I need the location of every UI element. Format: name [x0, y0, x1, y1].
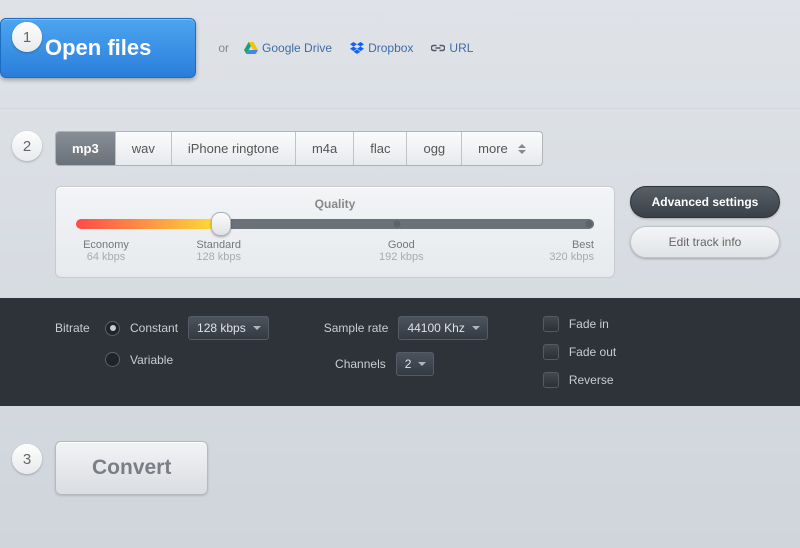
chevron-updown-icon [518, 144, 526, 154]
url-link[interactable]: URL [431, 41, 473, 55]
tab-more-label: more [478, 141, 508, 156]
reverse-label: Reverse [569, 373, 614, 387]
tab-iphone-ringtone[interactable]: iPhone ringtone [172, 132, 296, 165]
or-text: or [218, 41, 229, 55]
convert-button[interactable]: Convert [55, 441, 208, 495]
sample-rate-select[interactable]: 44100 Khz [398, 316, 487, 340]
channels-label: Channels [324, 357, 386, 371]
fade-in-checkbox[interactable] [543, 316, 559, 332]
fade-out-label: Fade out [569, 345, 616, 359]
quality-tick-best [585, 221, 592, 228]
edit-track-info-button[interactable]: Edit track info [630, 226, 780, 258]
dropbox-label: Dropbox [368, 41, 413, 55]
dropbox-icon [350, 42, 364, 54]
step-1-badge: 1 [12, 22, 42, 52]
step-1-section: 1 Open files or Google Drive Dropbox URL [0, 0, 800, 108]
tab-wav[interactable]: wav [116, 132, 172, 165]
tab-more[interactable]: more [462, 132, 542, 165]
reverse-checkbox[interactable] [543, 372, 559, 388]
quality-tick-good [394, 221, 401, 228]
quality-label-good: Good192 kbps [371, 239, 431, 263]
channels-select[interactable]: 2 [396, 352, 435, 376]
advanced-settings-button[interactable]: Advanced settings [630, 186, 780, 218]
step-3-badge: 3 [12, 444, 42, 474]
step-3-section: 3 Convert [0, 406, 800, 525]
bitrate-variable-radio[interactable] [105, 352, 120, 367]
quality-label-standard: Standard128 kbps [189, 239, 249, 263]
advanced-settings-panel: Bitrate Constant 128 kbps Variable Sampl… [0, 298, 800, 406]
bitrate-select[interactable]: 128 kbps [188, 316, 269, 340]
bitrate-variable-label: Variable [130, 353, 173, 367]
google-drive-icon [244, 42, 258, 54]
quality-title: Quality [76, 197, 594, 211]
fade-out-checkbox[interactable] [543, 344, 559, 360]
tab-m4a[interactable]: m4a [296, 132, 354, 165]
step-2-badge: 2 [12, 131, 42, 161]
quality-panel: Quality Economy64 kbps Standard128 kbps … [55, 186, 615, 278]
tab-ogg[interactable]: ogg [407, 132, 462, 165]
format-tabs: mp3 wav iPhone ringtone m4a flac ogg mor… [55, 131, 543, 166]
tab-mp3[interactable]: mp3 [56, 132, 116, 165]
bitrate-constant-label: Constant [130, 321, 178, 335]
bitrate-label: Bitrate [55, 321, 95, 335]
google-drive-label: Google Drive [262, 41, 332, 55]
link-icon [431, 42, 445, 54]
quality-label-economy: Economy64 kbps [76, 239, 136, 263]
dropbox-link[interactable]: Dropbox [350, 41, 413, 55]
step-2-section: 2 mp3 wav iPhone ringtone m4a flac ogg m… [0, 109, 800, 298]
quality-label-best: Best320 kbps [534, 239, 594, 263]
sample-rate-label: Sample rate [324, 321, 389, 335]
url-label: URL [449, 41, 473, 55]
quality-slider[interactable] [76, 219, 594, 229]
quality-thumb[interactable] [211, 212, 231, 236]
tab-flac[interactable]: flac [354, 132, 407, 165]
google-drive-link[interactable]: Google Drive [244, 41, 332, 55]
fade-in-label: Fade in [569, 317, 609, 331]
bitrate-constant-radio[interactable] [105, 321, 120, 336]
